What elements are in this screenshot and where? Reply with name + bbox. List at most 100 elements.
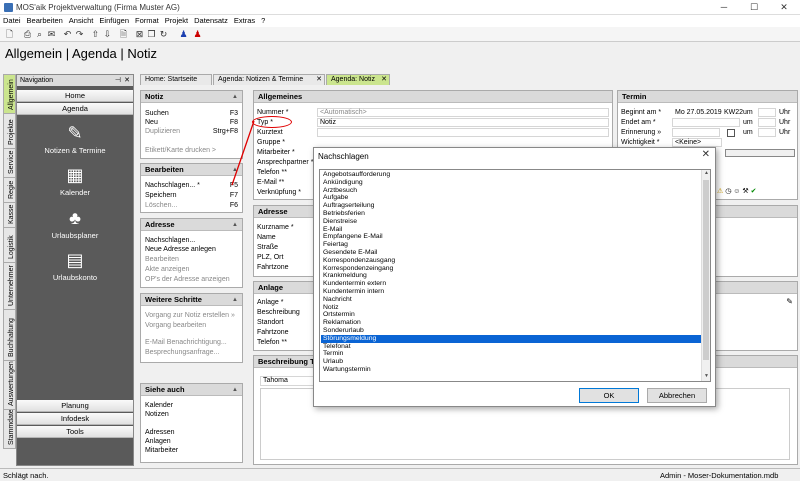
tab-notiz[interactable]: Agenda: Notiz ✕ [326,74,390,85]
nav-item-kalender[interactable]: ▦ Kalender [17,165,133,197]
vertical-tab-stammdaten[interactable]: Stammdaten [3,409,16,449]
list-item[interactable]: Ankündigung [321,179,701,187]
link-notizen[interactable]: Notizen [145,411,169,418]
nav-button-agenda[interactable]: Agenda [17,103,133,115]
font-select[interactable]: Tahoma [260,376,315,386]
list-item[interactable]: Nachricht [321,296,701,304]
scroll-thumb[interactable] [703,180,709,360]
dialog-close-icon[interactable]: ✕ [702,149,710,160]
vertical-tab-logistik[interactable]: Logistik [3,227,16,263]
clock-icon[interactable]: ◷ [725,188,731,195]
vertical-tab-allgemein[interactable]: Allgemein [3,74,16,114]
list-item[interactable]: Aufgabe [321,194,701,202]
new-file-icon[interactable]: 🗋 [4,29,15,40]
vertical-tab-auswertungen[interactable]: Auswertungen [3,360,16,410]
print-icon[interactable]: ⎙ [22,29,33,40]
vertical-tab-service[interactable]: Service [3,148,16,178]
list-item[interactable]: Krankmeldung [321,272,701,280]
vertical-tab-kasse[interactable]: Kasse [3,202,16,228]
menu-einfügen[interactable]: Einfügen [96,15,132,26]
list-item[interactable]: Notiz [321,304,701,312]
list-item[interactable]: Arztbesuch [321,187,701,195]
scroll-down-icon[interactable]: ▼ [702,373,710,381]
erinnerung-checkbox[interactable] [727,129,735,137]
mail-icon[interactable]: ✉ [46,29,57,40]
nav-button-home[interactable]: Home [17,90,133,102]
refresh-icon[interactable]: ↻ [158,29,169,40]
cancel-icon[interactable]: ⊠ [134,29,145,40]
maximize-icon[interactable]: ☐ [740,1,768,14]
collapse-icon[interactable]: ▲ [232,91,238,103]
menu-extras[interactable]: Extras [231,15,258,26]
list-item[interactable]: Urlaub [321,358,701,366]
erinnerung-field[interactable] [672,128,720,137]
nummer-field[interactable]: <Automatisch> [317,108,609,117]
beginnt-date-field[interactable]: Mo 27.05.2019 [672,108,724,117]
preview-icon[interactable]: ⌕ [34,29,45,40]
minimize-icon[interactable]: ─ [710,1,738,14]
list-item[interactable]: Sonderurlaub [321,327,701,335]
user-red-icon[interactable]: ♟ [192,29,203,40]
link-mitarbeiter[interactable]: Mitarbeiter [145,447,178,454]
action-besprechungsanfrage[interactable]: Besprechungsanfrage... [145,349,219,356]
nav-item-urlaubskonto[interactable]: ▤ Urlaubskonto [17,250,133,282]
list-item[interactable]: Termin [321,350,701,358]
action-speichern[interactable]: Speichern F7 [145,192,240,199]
vertical-tab-buchhaltung[interactable]: Buchhaltung [3,309,16,361]
nav-button-planung[interactable]: Planung [17,400,133,412]
menu-[interactable]: ? [258,15,268,26]
undo-icon[interactable]: ↶ [62,29,73,40]
list-item[interactable]: Angebotsaufforderung [321,171,701,179]
list-item[interactable]: Telefonat [321,343,701,351]
list-item[interactable]: Gesendete E-Mail [321,249,701,257]
tab-close-icon[interactable]: ✕ [381,75,387,85]
collapse-icon[interactable]: ▲ [232,294,238,306]
link-kalender[interactable]: Kalender [145,402,173,409]
type-list[interactable]: Wartungstermin Urlaub Termin Telefonat Störu… [319,169,711,382]
action-ops-anzeigen[interactable]: OP's der Adresse anzeigen [145,276,230,283]
link-adressen[interactable]: Adressen [145,429,175,436]
list-item[interactable]: Kundentermin extern [321,280,701,288]
typ-field[interactable]: Notiz [317,118,609,127]
action-akte-anzeigen[interactable]: Akte anzeigen [145,266,189,273]
action-email-benachrichtigung[interactable]: E-Mail Benachrichtigung... [145,339,227,346]
action-nachschlagen[interactable]: Nachschlagen... * F5 [145,182,240,189]
endet-time-field[interactable] [758,118,776,127]
list-item[interactable]: Ortstermin [321,311,701,319]
list-item[interactable]: Korrespondenzausgang [321,257,701,265]
kurztext-field[interactable] [317,128,609,137]
action-duplizieren[interactable]: Duplizieren Strg+F8 [145,128,240,135]
collapse-icon[interactable]: ▲ [232,384,238,396]
wichtigkeit-select[interactable]: <Keine> [672,138,722,147]
beginnt-time-field[interactable] [758,108,776,117]
action-adresse-nachschlagen[interactable]: Nachschlagen... [145,237,195,244]
edit-pencil-icon[interactable]: ✎ [786,297,793,306]
link-anlagen[interactable]: Anlagen [145,438,171,445]
vertical-tab-unternehmer[interactable]: Unternehmer [3,262,16,310]
pin-icon[interactable]: ⊣ [115,75,121,86]
list-item[interactable]: Betriebsferien [321,210,701,218]
arrow-up-icon[interactable]: ⇧ [90,29,101,40]
tab-home-startseite[interactable]: Home: Startseite [140,74,212,85]
menu-bearbeiten[interactable]: Bearbeiten [24,15,66,26]
menu-datensatz[interactable]: Datensatz [191,15,231,26]
copy-icon[interactable]: ❐ [146,29,157,40]
list-item[interactable]: Dienstreise [321,218,701,226]
check-icon[interactable]: ✔ [751,188,757,195]
list-item[interactable]: Korrespondenzeingang [321,265,701,273]
list-scrollbar[interactable]: ▲ ▼ [701,170,710,381]
scroll-up-icon[interactable]: ▲ [702,170,710,178]
list-item[interactable]: Feiertag [321,241,701,249]
action-neu[interactable]: Neu F8 [145,119,240,126]
action-neue-adresse[interactable]: Neue Adresse anlegen [145,246,216,253]
user-blue-icon[interactable]: ♟ [178,29,189,40]
action-adresse-bearbeiten[interactable]: Bearbeiten [145,256,179,263]
endet-date-field[interactable] [672,118,740,127]
document-search-icon[interactable]: 🗎 [118,29,129,40]
nav-item-notizen-termine[interactable]: ✎ Notizen & Termine [17,123,133,155]
redo-icon[interactable]: ↷ [74,29,85,40]
list-item[interactable]: Reklamation [321,319,701,327]
people-icon[interactable]: ☺ [733,188,740,195]
list-item[interactable]: Störungsmeldung [321,334,701,343]
action-etikett-drucken[interactable]: Etikett/Karte drucken > [145,147,216,154]
